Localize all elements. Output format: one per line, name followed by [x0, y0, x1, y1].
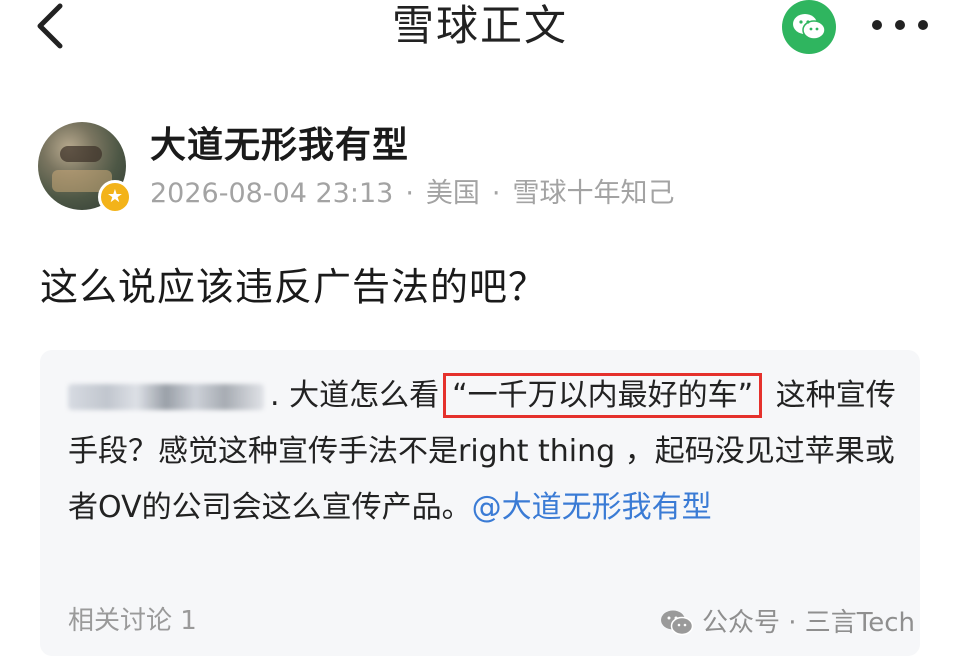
meta-separator: · — [491, 178, 501, 209]
author-mention-link[interactable]: @大道无形我有型 — [472, 490, 712, 525]
quote-text-before: 大道怎么看 — [289, 378, 440, 413]
wechat-icon — [793, 14, 826, 40]
watermark-text: 公众号 · 三言Tech — [702, 608, 916, 638]
more-dot — [918, 20, 928, 30]
quoted-post-text: . 大道怎么看 “一千万以内最好的车” 这种宣传手段？感觉这种宣传手法不是righ… — [68, 368, 908, 536]
more-dot — [895, 20, 905, 30]
wechat-share-button[interactable] — [782, 0, 836, 54]
highlighted-phrase: “一千万以内最好的车” — [443, 373, 763, 418]
author-avatar[interactable]: ★ — [38, 122, 132, 214]
post-meta: 2026-08-04 23:13 · 美国 · 雪球十年知己 — [150, 176, 675, 212]
post-location: 美国 — [425, 178, 480, 209]
watermark: 公众号 · 三言Tech — [660, 606, 915, 640]
author-tag: 雪球十年知己 — [512, 178, 675, 209]
more-dot — [872, 20, 882, 30]
author-name[interactable]: 大道无形我有型 — [150, 124, 409, 168]
verified-badge-icon: ★ — [98, 180, 132, 214]
post-timestamp: 2026-08-04 23:13 — [150, 178, 394, 209]
post-detail-page: 雪球正文 ★ 大道无形我有型 2026-08-04 23:13 · 美国 · 雪球十年知… — [0, 0, 960, 662]
more-options-button[interactable] — [872, 10, 928, 40]
blurred-username — [68, 383, 264, 410]
wechat-icon — [661, 610, 694, 636]
quote-user-suffix: . — [270, 378, 280, 413]
related-discussion-link[interactable]: 相关讨论 1 — [68, 604, 197, 638]
post-content: 这么说应该违反广告法的吧？ — [40, 265, 548, 309]
meta-separator: · — [405, 178, 414, 209]
top-bar: 雪球正文 — [0, 0, 960, 60]
